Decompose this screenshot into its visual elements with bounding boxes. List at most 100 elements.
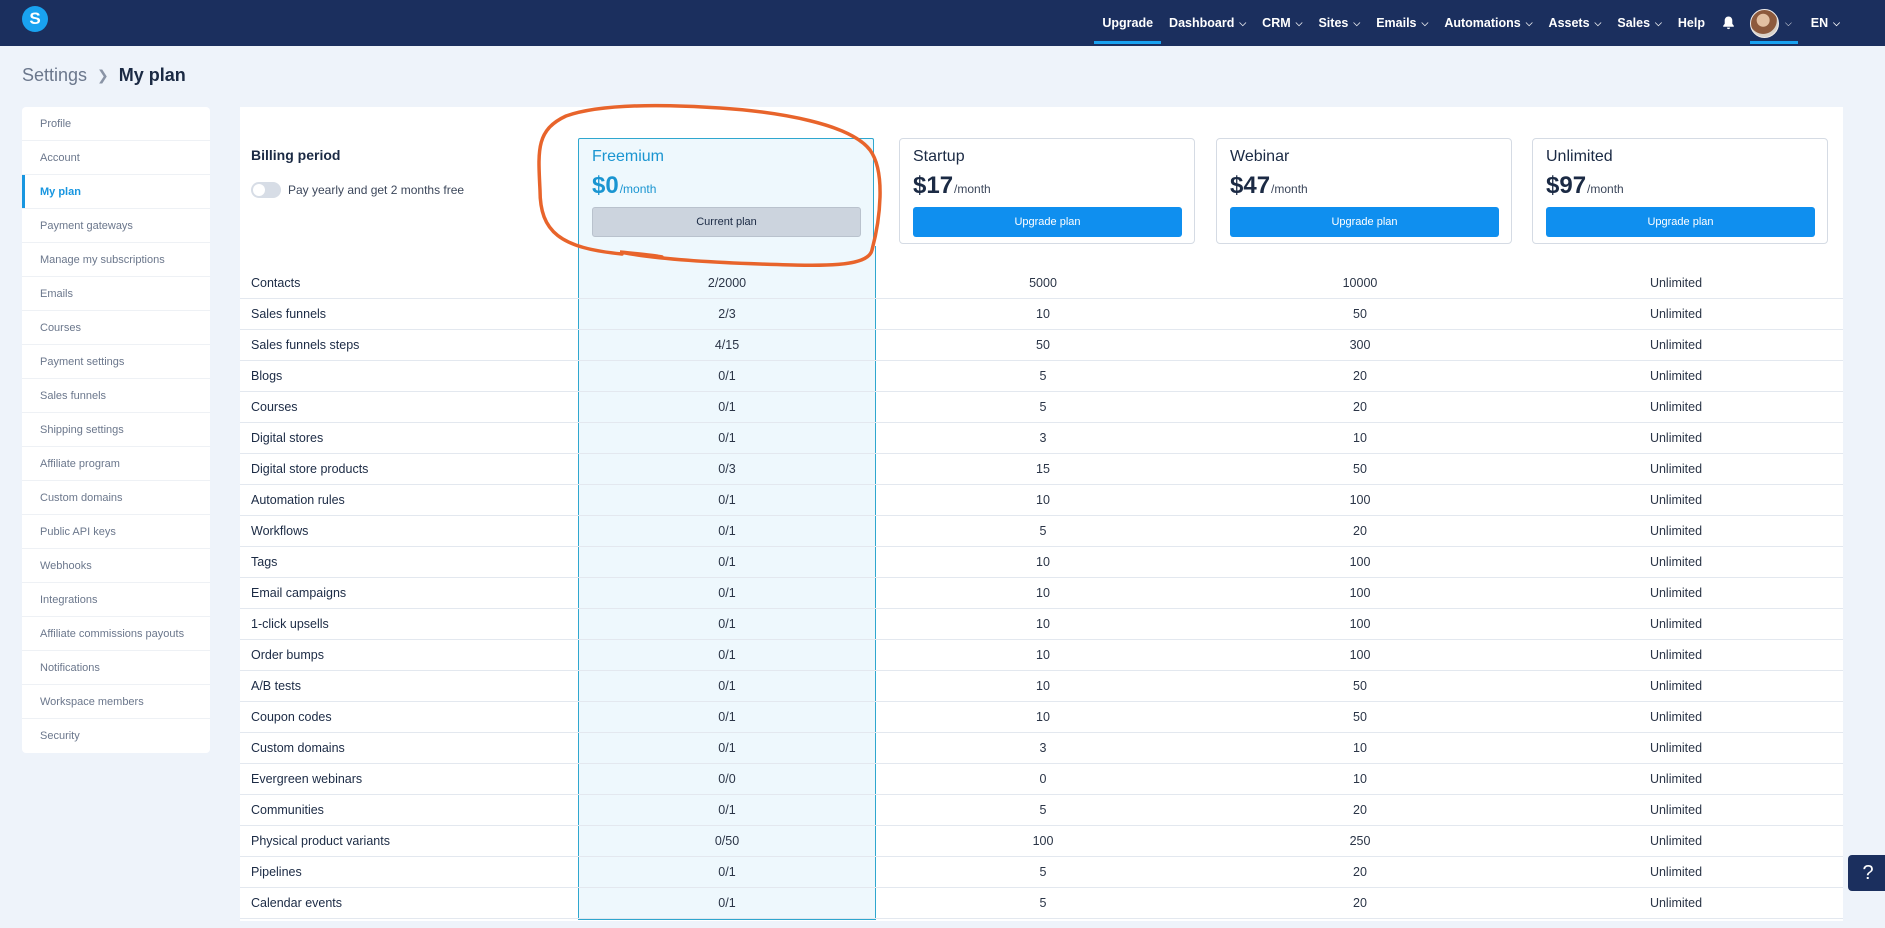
feature-value-freemium: 0/1 [718, 896, 736, 910]
feature-name: Coupon codes [251, 710, 332, 724]
sidebar-item-courses[interactable]: Courses [22, 311, 210, 345]
nav-automations[interactable]: Automations ⌵ [1436, 0, 1540, 46]
upgrade-plan-button[interactable]: Upgrade plan [1230, 207, 1499, 237]
sidebar-item-my-plan[interactable]: My plan [22, 175, 210, 209]
feature-value-startup: 100 [1032, 834, 1054, 848]
nav-sites[interactable]: Sites ⌵ [1310, 0, 1368, 46]
sidebar-item-custom-domains[interactable]: Custom domains [22, 481, 210, 515]
feature-value-unlimited: Unlimited [1649, 617, 1703, 631]
sidebar-item-workspace-members[interactable]: Workspace members [22, 685, 210, 719]
breadcrumb-settings-link[interactable]: Settings [22, 65, 87, 86]
sidebar-item-payment-gateways[interactable]: Payment gateways [22, 209, 210, 243]
feature-value-freemium: 0/3 [718, 462, 736, 476]
user-menu-button[interactable]: ⌵ [1744, 0, 1798, 46]
feature-value-unlimited: Unlimited [1649, 679, 1703, 693]
table-row: Contacts 2/2000 5000 10000 Unlimited [240, 268, 1843, 299]
sidebar-item-payment-settings[interactable]: Payment settings [22, 345, 210, 379]
feature-name: A/B tests [251, 679, 302, 693]
chevron-down-icon: ⌵ [1421, 17, 1429, 28]
feature-value-startup: 10 [1036, 710, 1050, 724]
sidebar-item-shipping-settings[interactable]: Shipping settings [22, 413, 210, 447]
feature-value-unlimited: Unlimited [1649, 555, 1703, 569]
chevron-down-icon: ⌵ [1784, 17, 1792, 28]
feature-value-unlimited: Unlimited [1649, 741, 1703, 755]
feature-value-freemium: 0/1 [718, 617, 736, 631]
feature-value-webinar: 100 [1349, 555, 1371, 569]
plan-card-startup: Startup $17/month Upgrade plan [899, 138, 1195, 244]
table-row: Order bumps 0/1 10 100 Unlimited [240, 640, 1843, 671]
sidebar-item-account[interactable]: Account [22, 141, 210, 175]
sidebar-item-integrations[interactable]: Integrations [22, 583, 210, 617]
app-logo[interactable]: S [22, 6, 48, 32]
feature-value-webinar: 20 [1353, 400, 1367, 414]
feature-name: Calendar events [251, 896, 343, 910]
sidebar-item-emails[interactable]: Emails [22, 277, 210, 311]
feature-value-startup: 50 [1036, 338, 1050, 352]
nav-upgrade[interactable]: Upgrade [1094, 0, 1161, 46]
help-button[interactable]: ? [1848, 855, 1885, 891]
feature-name: Contacts [251, 276, 301, 290]
chevron-right-icon: ❯ [97, 67, 109, 83]
feature-value-freemium: 0/0 [718, 772, 736, 786]
sidebar-item-affiliate-commissions-payouts[interactable]: Affiliate commissions payouts [22, 617, 210, 651]
feature-value-startup: 5000 [1029, 276, 1057, 290]
sidebar-item-affiliate-program[interactable]: Affiliate program [22, 447, 210, 481]
feature-name: Courses [251, 400, 298, 414]
nav-sales[interactable]: Sales ⌵ [1609, 0, 1670, 46]
plan-comparison-panel: Billing period Pay yearly and get 2 mont… [240, 107, 1843, 921]
sidebar-item-sales-funnels[interactable]: Sales funnels [22, 379, 210, 413]
page-title: My plan [118, 65, 186, 85]
nav-items: Upgrade Dashboard ⌵ CRM ⌵ Sites ⌵ Emails ⌵ Automa… [1094, 0, 1713, 46]
upgrade-plan-button[interactable]: Upgrade plan [1546, 207, 1815, 237]
feature-name: Communities [251, 803, 324, 817]
nav-dashboard[interactable]: Dashboard ⌵ [1161, 0, 1254, 46]
plan-name: Unlimited [1546, 148, 1613, 165]
table-row: Pipelines 0/1 5 20 Unlimited [240, 857, 1843, 888]
bell-icon [1723, 16, 1734, 30]
feature-value-startup: 10 [1036, 617, 1050, 631]
sidebar-item-webhooks[interactable]: Webhooks [22, 549, 210, 583]
feature-value-unlimited: Unlimited [1649, 338, 1703, 352]
feature-value-webinar: 250 [1349, 834, 1371, 848]
feature-value-startup: 10 [1036, 307, 1050, 321]
feature-value-unlimited: Unlimited [1649, 896, 1703, 910]
feature-value-startup: 10 [1036, 555, 1050, 569]
price-unit: /month [1271, 182, 1308, 196]
sidebar-item-manage-my-subscriptions[interactable]: Manage my subscriptions [22, 243, 210, 277]
feature-value-unlimited: Unlimited [1649, 865, 1703, 879]
feature-value-freemium: 0/1 [718, 679, 736, 693]
table-row: Calendar events 0/1 5 20 Unlimited [240, 888, 1843, 919]
nav-crm[interactable]: CRM ⌵ [1254, 0, 1310, 46]
nav-help[interactable]: Help [1670, 0, 1713, 46]
chevron-down-icon: ⌵ [1655, 17, 1662, 28]
feature-value-freemium: 0/1 [718, 803, 736, 817]
sidebar-item-profile[interactable]: Profile [22, 107, 210, 141]
feature-value-webinar: 20 [1353, 865, 1367, 879]
notifications-button[interactable] [1713, 0, 1744, 46]
sidebar-item-security[interactable]: Security [22, 719, 210, 753]
chevron-down-icon: ⌵ [1833, 17, 1840, 28]
price-amount: $47 [1230, 172, 1271, 199]
feature-table: Contacts 2/2000 5000 10000 Unlimited Sales fu… [240, 268, 1843, 919]
feature-name: Pipelines [251, 865, 302, 879]
nav-label: CRM [1262, 16, 1291, 30]
yearly-billing-label: Pay yearly and get 2 months free [288, 183, 465, 197]
sidebar-item-public-api-keys[interactable]: Public API keys [22, 515, 210, 549]
sidebar-item-notifications[interactable]: Notifications [22, 651, 210, 685]
feature-value-unlimited: Unlimited [1649, 400, 1703, 414]
nav-label: Sales [1617, 16, 1651, 30]
current-plan-button: Current plan [592, 207, 861, 237]
nav-emails[interactable]: Emails ⌵ [1368, 0, 1436, 46]
plan-price: $97/month [1546, 172, 1624, 200]
language-label: EN [1810, 16, 1829, 30]
feature-value-webinar: 10 [1353, 741, 1367, 755]
yearly-billing-toggle[interactable] [251, 182, 281, 198]
language-selector[interactable]: EN ⌵ [1798, 0, 1840, 46]
chevron-down-icon: ⌵ [1353, 17, 1361, 28]
feature-name: Order bumps [251, 648, 324, 662]
feature-value-startup: 5 [1039, 524, 1047, 538]
plan-name: Startup [913, 148, 965, 165]
upgrade-plan-button[interactable]: Upgrade plan [913, 207, 1182, 237]
feature-value-freemium: 0/1 [718, 586, 736, 600]
nav-assets[interactable]: Assets ⌵ [1541, 0, 1610, 46]
